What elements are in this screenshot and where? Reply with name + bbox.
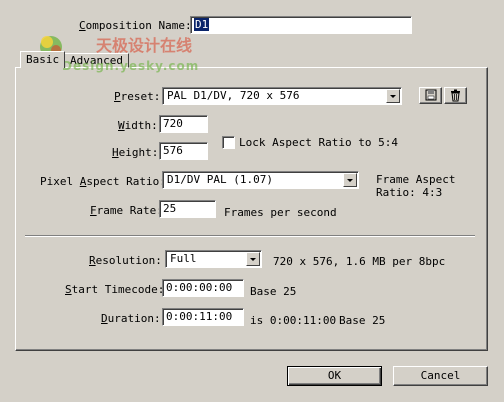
resolution-label-text: esolution: <box>95 254 162 267</box>
preset-label-text: reset: <box>120 90 161 103</box>
save-preset-button[interactable] <box>419 87 442 104</box>
frame-aspect-line1: Frame Aspect <box>376 173 456 186</box>
ok-button-label: OK <box>327 369 342 382</box>
composition-name-input[interactable]: D1 <box>190 16 412 34</box>
chevron-down-icon <box>386 89 400 103</box>
duration-value: 0:00:11:00 <box>166 310 233 323</box>
section-divider <box>25 235 475 237</box>
resolution-label: Resolution: <box>89 254 162 267</box>
width-value: 720 <box>163 117 183 130</box>
width-input[interactable]: 720 <box>159 115 208 133</box>
width-label-text: idth: <box>124 119 158 132</box>
preset-dropdown[interactable]: PAL D1/DV, 720 x 576 <box>162 87 402 105</box>
frame-rate-unit: Frames per second <box>224 206 337 219</box>
height-value: 576 <box>163 144 183 157</box>
resolution-label-accel: R <box>89 254 96 267</box>
pixel-aspect-value: D1/DV PAL (1.07) <box>167 173 273 186</box>
composition-name-value: D1 <box>194 18 210 31</box>
resolution-dropdown[interactable]: Full <box>165 250 262 268</box>
duration-label-text: uration: <box>107 312 161 325</box>
start-timecode-input[interactable]: 0:00:00:00 <box>162 279 244 297</box>
width-label: Width: <box>118 119 158 132</box>
lock-aspect-label: Lock Aspect Ratio to 5:4 <box>239 136 398 149</box>
resolution-value: Full <box>170 252 197 265</box>
pixel-aspect-label-pre: Pixel <box>40 175 80 188</box>
width-label-accel: W <box>118 119 125 132</box>
cancel-button-label: Cancel <box>420 369 461 382</box>
frame-rate-input[interactable]: 25 <box>159 200 216 218</box>
frame-rate-label: Frame Rate: <box>90 204 163 217</box>
height-input[interactable]: 576 <box>159 142 208 160</box>
watermark-line2: Design.yesky.com <box>62 59 200 73</box>
resolution-info: 720 x 576, 1.6 MB per 8bpc <box>273 255 446 268</box>
frame-rate-label-accel: F <box>90 204 97 217</box>
tab-basic-label: Basic <box>26 53 60 66</box>
composition-name-label-text: omposition Name: <box>85 19 192 32</box>
preset-label-accel: P <box>114 90 121 103</box>
chevron-down-icon <box>246 252 260 266</box>
lock-aspect-checkbox[interactable] <box>222 136 235 149</box>
duration-input[interactable]: 0:00:11:00 <box>162 308 244 326</box>
pixel-aspect-label-text: spect Ratio: <box>86 175 166 188</box>
frame-rate-label-text: rame Rate: <box>96 204 163 217</box>
composition-name-label-accel: C <box>79 19 86 32</box>
start-timecode-label-text: tart Timecode: <box>71 283 165 296</box>
tab-basic[interactable]: Basic <box>20 51 66 68</box>
start-timecode-label: Start Timecode: <box>65 283 164 296</box>
start-timecode-base: Base 25 <box>250 285 297 298</box>
duration-label-accel: D <box>101 312 108 325</box>
duration-base: Base 25 <box>339 314 386 327</box>
preset-label: Preset: <box>114 90 160 103</box>
floppy-disk-icon <box>425 89 437 101</box>
frame-aspect-line2: Ratio: 4:3 <box>376 186 443 199</box>
height-label: Height: <box>112 146 158 159</box>
pixel-aspect-label: Pixel Aspect Ratio: <box>40 175 166 188</box>
height-label-text: eight: <box>118 146 159 159</box>
pixel-aspect-dropdown[interactable]: D1/DV PAL (1.07) <box>162 171 359 189</box>
duration-info: is 0:00:11:00 <box>250 314 337 327</box>
preset-value: PAL D1/DV, 720 x 576 <box>167 89 300 102</box>
start-timecode-label-accel: S <box>65 283 72 296</box>
start-timecode-value: 0:00:00:00 <box>166 281 233 294</box>
ok-button[interactable]: OK <box>287 366 382 386</box>
trash-icon <box>451 89 460 102</box>
height-label-accel: H <box>112 146 119 159</box>
cancel-button[interactable]: Cancel <box>393 366 488 386</box>
delete-preset-button[interactable] <box>444 87 467 104</box>
duration-label: Duration: <box>101 312 161 325</box>
chevron-down-icon <box>343 173 357 187</box>
composition-name-label: Composition Name: <box>79 19 192 32</box>
frame-rate-value: 25 <box>163 202 177 215</box>
